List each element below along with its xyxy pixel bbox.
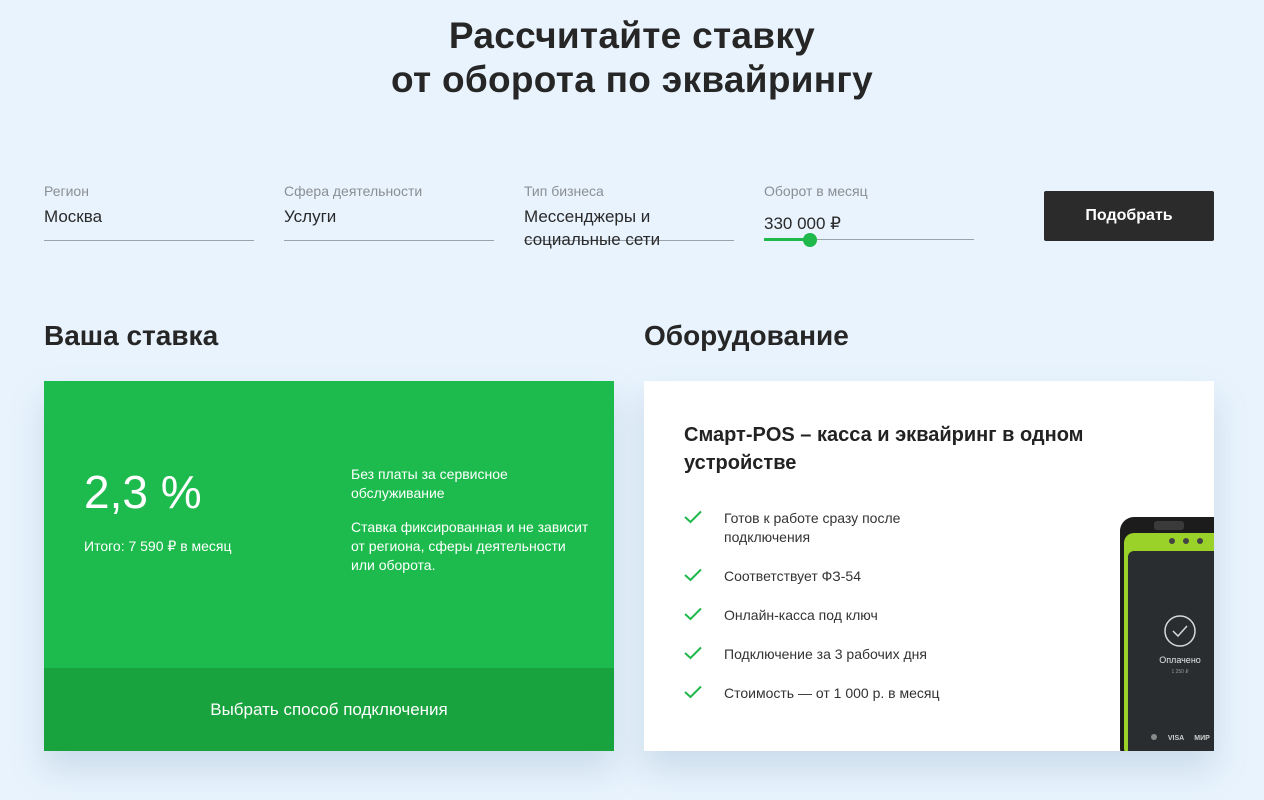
list-item: Онлайн-касса под ключ [684,606,984,625]
rate-note-fixed: Ставка фиксированная и не зависит от рег… [351,519,589,573]
feature-text: Стоимость — от 1 000 р. в месяц [724,685,940,701]
check-icon [684,685,702,699]
device-status-text: Оплачено [1159,655,1201,665]
feature-list: Готов к работе сразу после подключения С… [684,509,984,723]
feature-text: Готов к работе сразу после подключения [724,510,901,545]
check-icon [684,510,702,524]
choose-connection-button[interactable]: Выбрать способ подключения [44,668,614,751]
check-icon [684,607,702,621]
device-brand-mir: МИР [1194,735,1210,742]
turnover-field: Оборот в месяц 330 000 ₽ [764,183,974,247]
business-type-label: Тип бизнеса [524,183,604,199]
feature-text: Онлайн-касса под ключ [724,607,878,623]
smart-pos-device-image: Оплачено 1 250 ₽ VISA МИР [1120,517,1214,751]
rate-value: 2,3 % [84,466,202,518]
pick-button[interactable]: Подобрать [1044,191,1214,241]
feature-text: Соответствует ФЗ-54 [724,568,861,584]
rate-card: 2,3 % Итого: 7 590 ₽ в месяц Без платы з… [44,381,614,751]
business-type-select[interactable]: Тип бизнеса Мессенджеры и социальные сет… [524,183,734,249]
region-label: Регион [44,183,89,199]
sphere-value: Услуги [284,207,337,226]
rate-heading: Ваша ставка [44,320,219,351]
turnover-slider-thumb[interactable] [803,233,817,247]
equipment-card: Смарт-POS – касса и эквайринг в одном ус… [644,381,1214,751]
page-title-line2: от оборота по эквайрингу [390,59,874,100]
list-item: Стоимость — от 1 000 р. в месяц [684,684,984,703]
rate-notes: Без платы за сервисное обслуживание Став… [351,465,591,590]
rate-note-service: Без платы за сервисное обслуживание [351,466,508,501]
region-value: Москва [44,207,103,226]
sphere-label: Сфера деятельности [284,183,423,199]
turnover-label: Оборот в месяц [764,183,868,199]
device-amount-text: 1 250 ₽ [1171,669,1189,675]
list-item: Готов к работе сразу после подключения [684,509,984,547]
equipment-card-title: Смарт-POS – касса и эквайринг в одном ус… [684,424,1084,474]
list-item: Подключение за 3 рабочих дня [684,645,984,664]
sphere-select[interactable]: Сфера деятельности Услуги [284,183,494,241]
check-icon [684,646,702,660]
page-title-line1: Рассчитайте ставку [448,15,816,56]
feature-text: Подключение за 3 рабочих дня [724,646,927,662]
region-select[interactable]: Регион Москва [44,183,254,241]
page-title: Рассчитайте ставку от оборота по эквайри… [0,14,1264,102]
business-type-value: Мессенджеры и социальные сети [524,207,661,249]
list-item: Соответствует ФЗ-54 [684,567,984,586]
rate-total: Итого: 7 590 ₽ в месяц [84,538,232,554]
equipment-heading: Оборудование [644,320,849,351]
turnover-value: 330 000 ₽ [764,214,841,233]
device-brand-visa: VISA [1168,735,1184,742]
check-icon [684,568,702,582]
